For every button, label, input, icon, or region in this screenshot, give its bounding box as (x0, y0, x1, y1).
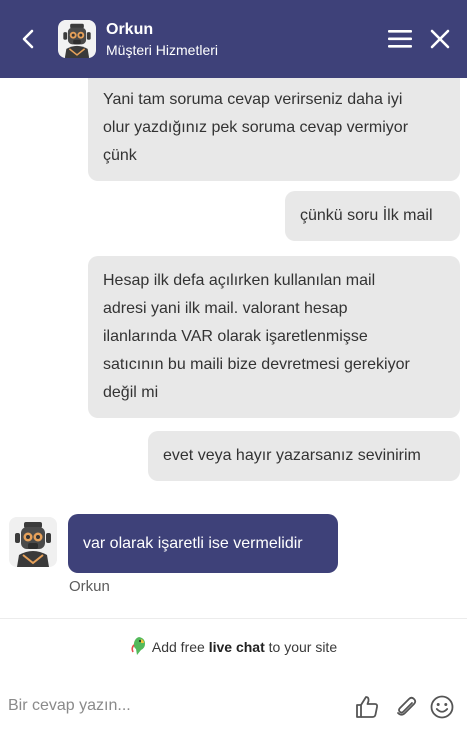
divider (0, 618, 467, 619)
thumbs-up-icon (356, 696, 378, 718)
robot-avatar-icon (58, 20, 96, 58)
attach-button[interactable] (393, 694, 419, 720)
branding-suffix: to your site (264, 639, 338, 655)
message-line: Yani tam soruma cevap verirseniz daha iy… (103, 91, 403, 108)
menu-button[interactable] (388, 28, 412, 50)
message-line: satıcının bu maili bize devretmesi gerek… (103, 356, 410, 373)
message-line: olur yazdığınız pek soruma cevap vermiyo… (103, 119, 409, 136)
chat-header: Orkun Müşteri Hizmetleri (0, 0, 467, 78)
reply-input[interactable] (8, 692, 338, 720)
emoji-button[interactable] (429, 694, 455, 720)
message-bubble-outgoing: Hesap ilk defa açılırken kullanılan mail… (88, 256, 460, 418)
close-button[interactable] (429, 28, 451, 50)
branding-prefix: Add free (151, 639, 209, 655)
message-line: değil mi (103, 384, 159, 401)
like-button[interactable] (354, 694, 380, 720)
message-line: var olarak işaretli ise vermelidir (83, 534, 303, 552)
message-bubble-outgoing: Yani tam soruma cevap verirseniz daha iy… (88, 78, 460, 181)
agent-avatar (58, 20, 96, 58)
agent-message-avatar (9, 517, 57, 567)
message-line: adresi yani ilk mail. valorant hesap (103, 300, 348, 317)
robot-avatar-icon (9, 517, 57, 567)
paperclip-icon (397, 696, 417, 716)
branding-link[interactable]: Add free live chat to your site (0, 636, 467, 656)
hamburger-menu-icon (388, 30, 412, 48)
message-list[interactable]: Yani tam soruma cevap verirseniz daha iy… (0, 78, 467, 618)
agent-name: Orkun (106, 21, 154, 38)
message-line: çünkü soru İlk mail (300, 207, 433, 224)
back-button[interactable] (14, 25, 42, 53)
message-author: Orkun (69, 578, 110, 595)
smiley-icon (430, 695, 454, 719)
message-line: Hesap ilk defa açılırken kullanılan mail (103, 272, 376, 289)
message-bubble-outgoing: çünkü soru İlk mail (285, 191, 460, 241)
message-bubble-outgoing: evet veya hayır yazarsanız sevinirim (148, 431, 460, 481)
agent-role: Müşteri Hizmetleri (106, 42, 219, 58)
composer (0, 684, 467, 729)
parrot-logo-icon (131, 637, 145, 655)
back-chevron-icon (22, 29, 34, 49)
close-icon (430, 29, 450, 49)
branding-emphasis: live chat (208, 639, 265, 655)
message-line: evet veya hayır yazarsanız sevinirim (163, 447, 421, 464)
message-line: çünk (103, 147, 137, 164)
message-bubble-incoming: var olarak işaretli ise vermelidir (68, 514, 338, 573)
message-line: ilanlarında VAR olarak işaretlenmişse (103, 328, 368, 345)
